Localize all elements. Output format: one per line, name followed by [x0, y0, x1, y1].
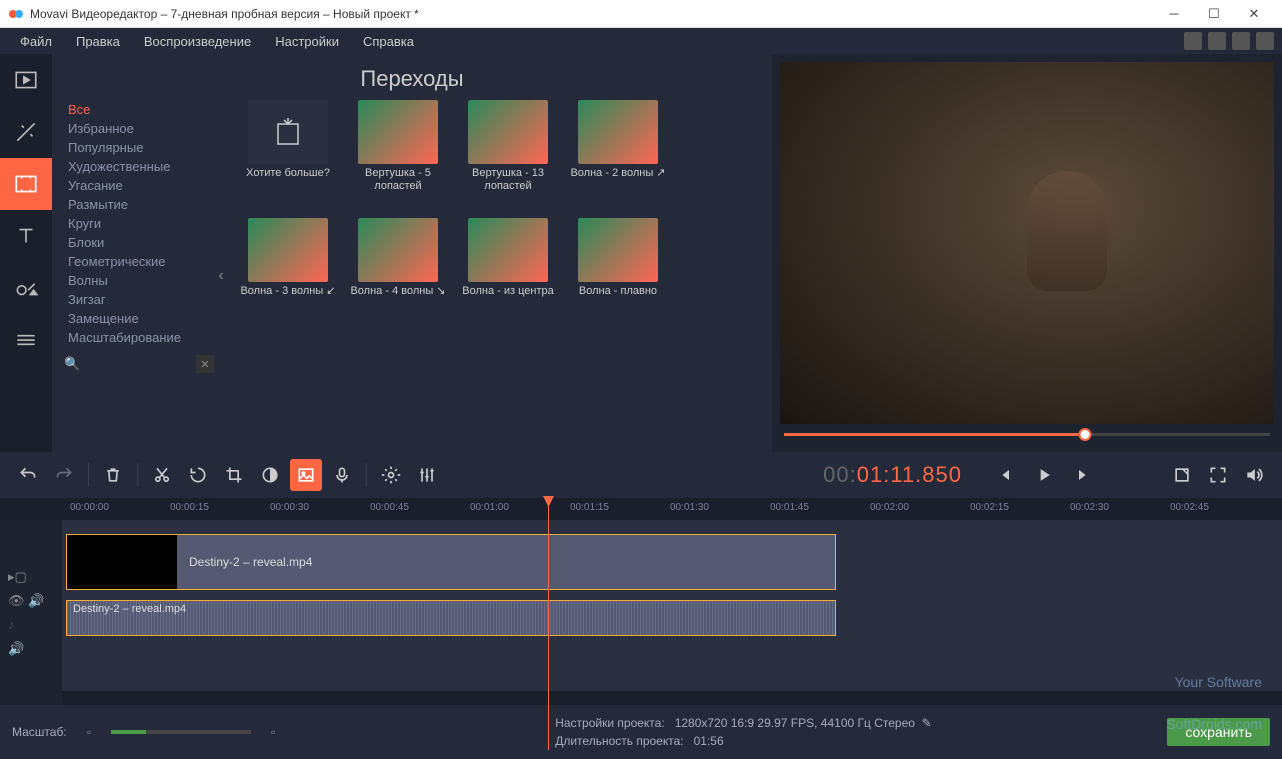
play-button[interactable] [1026, 457, 1062, 493]
window-titlebar: Movavi Видеоредактор – 7-дневная пробная… [0, 0, 1282, 28]
equalizer-button[interactable] [411, 459, 443, 491]
transition-wave3[interactable]: Волна - 3 волны ↙ [238, 218, 338, 328]
cut-button[interactable] [146, 459, 178, 491]
audio-track-icon[interactable]: 🔊 [8, 639, 62, 659]
menubar: Файл Правка Воспроизведение Настройки Сп… [0, 28, 1282, 54]
settings-button[interactable] [375, 459, 407, 491]
color-button[interactable] [254, 459, 286, 491]
edit-settings-icon[interactable]: ✎ [922, 716, 932, 730]
toolbar: 00:01:11.850 [0, 452, 1282, 498]
rotate-button[interactable] [182, 459, 214, 491]
save-button[interactable]: сохранить [1167, 718, 1270, 746]
category-all[interactable]: Все [64, 100, 214, 119]
menu-help[interactable]: Справка [351, 31, 426, 52]
timeline-scrollbar[interactable] [62, 691, 1282, 705]
menu-playback[interactable]: Воспроизведение [132, 31, 263, 52]
vk-icon[interactable] [1232, 32, 1250, 50]
collapse-handle[interactable]: ‹ [214, 100, 228, 452]
transition-wave4[interactable]: Волна - 4 волны ↘ [348, 218, 448, 328]
window-title: Movavi Видеоредактор – 7-дневная пробная… [30, 7, 1154, 21]
category-blocks[interactable]: Блоки [64, 233, 214, 252]
zoom-slider[interactable] [111, 730, 251, 734]
audio-clip[interactable]: Destiny-2 – reveal.mp4 [66, 600, 836, 636]
detach-button[interactable] [1166, 459, 1198, 491]
prev-button[interactable] [986, 457, 1022, 493]
image-button[interactable] [290, 459, 322, 491]
menu-edit[interactable]: Правка [64, 31, 132, 52]
category-zoom[interactable]: Масштабирование [64, 328, 214, 347]
category-list: Все Избранное Популярные Художественные … [64, 100, 214, 452]
window-maximize[interactable]: ☐ [1194, 1, 1234, 27]
preview-pane [772, 54, 1282, 452]
timeline-ruler[interactable]: 00:00:00 00:00:15 00:00:30 00:00:45 00:0… [0, 498, 1282, 520]
transition-wave-smooth[interactable]: Волна - плавно [568, 218, 668, 328]
delete-button[interactable] [97, 459, 129, 491]
category-waves[interactable]: Волны [64, 271, 214, 290]
transition-more[interactable]: Хотите больше? [238, 100, 338, 210]
statusbar: Масштаб: ▫ ▫ Настройки проекта: 1280x720… [0, 705, 1282, 759]
category-blur[interactable]: Размытие [64, 195, 214, 214]
next-button[interactable] [1066, 457, 1102, 493]
category-favorites[interactable]: Избранное [64, 119, 214, 138]
ok-icon[interactable] [1208, 32, 1226, 50]
video-track-icon[interactable]: ▸▢ [8, 567, 62, 587]
video-clip[interactable]: Destiny-2 – reveal.mp4 [66, 534, 836, 590]
preview-video[interactable] [780, 62, 1274, 424]
seek-bar[interactable] [780, 424, 1274, 444]
visibility-icon[interactable]: 👁 🔊 [8, 591, 62, 611]
category-zigzag[interactable]: Зигзаг [64, 290, 214, 309]
window-minimize[interactable]: ─ [1154, 1, 1194, 27]
volume-button[interactable] [1238, 459, 1270, 491]
crop-button[interactable] [218, 459, 250, 491]
undo-button[interactable] [12, 459, 44, 491]
clip-thumbnail [67, 535, 177, 589]
category-geometric[interactable]: Геометрические [64, 252, 214, 271]
playhead[interactable] [548, 498, 549, 750]
redo-button[interactable] [48, 459, 80, 491]
search-icon[interactable]: 🔍 [64, 356, 80, 372]
tool-more[interactable] [0, 314, 52, 366]
category-circles[interactable]: Круги [64, 214, 214, 233]
category-replace[interactable]: Замещение [64, 309, 214, 328]
app-icon [8, 6, 24, 22]
category-artistic[interactable]: Художественные [64, 157, 214, 176]
share-icon[interactable] [1256, 32, 1274, 50]
music-track-icon[interactable]: ♪ [8, 615, 62, 635]
tool-media[interactable] [0, 54, 52, 106]
transitions-panel: Переходы Все Избранное Популярные Художе… [52, 54, 772, 452]
transition-wave-center[interactable]: Волна - из центра [458, 218, 558, 328]
zoom-label: Масштаб: [12, 725, 67, 739]
zoom-out-icon[interactable]: ▫ [87, 725, 91, 739]
search-clear[interactable]: ✕ [196, 355, 214, 373]
mic-button[interactable] [326, 459, 358, 491]
transition-pinwheel13[interactable]: Вертушка - 13 лопастей [458, 100, 558, 210]
zoom-in-icon[interactable]: ▫ [271, 725, 275, 739]
tool-stickers[interactable] [0, 262, 52, 314]
category-fade[interactable]: Угасание [64, 176, 214, 195]
tool-rail [0, 54, 52, 452]
fullscreen-button[interactable] [1202, 459, 1234, 491]
timecode: 00:01:11.850 [823, 462, 962, 489]
transition-grid: Хотите больше? Вертушка - 5 лопастей Вер… [228, 100, 760, 452]
tool-transitions[interactable] [0, 158, 52, 210]
track-area[interactable]: Destiny-2 – reveal.mp4 Destiny-2 – revea… [62, 520, 1282, 705]
window-close[interactable]: ✕ [1234, 1, 1274, 27]
menu-file[interactable]: Файл [8, 31, 64, 52]
tool-titles[interactable] [0, 210, 52, 262]
youtube-icon[interactable] [1184, 32, 1202, 50]
panel-title: Переходы [64, 66, 760, 92]
transition-wave2[interactable]: Волна - 2 волны ↗ [568, 100, 668, 210]
transition-pinwheel5[interactable]: Вертушка - 5 лопастей [348, 100, 448, 210]
timeline-tracks: ▸▢ 👁 🔊 ♪ 🔊 Destiny-2 – reveal.mp4 Destin… [0, 520, 1282, 705]
tool-filters[interactable] [0, 106, 52, 158]
category-popular[interactable]: Популярные [64, 138, 214, 157]
menu-settings[interactable]: Настройки [263, 31, 351, 52]
